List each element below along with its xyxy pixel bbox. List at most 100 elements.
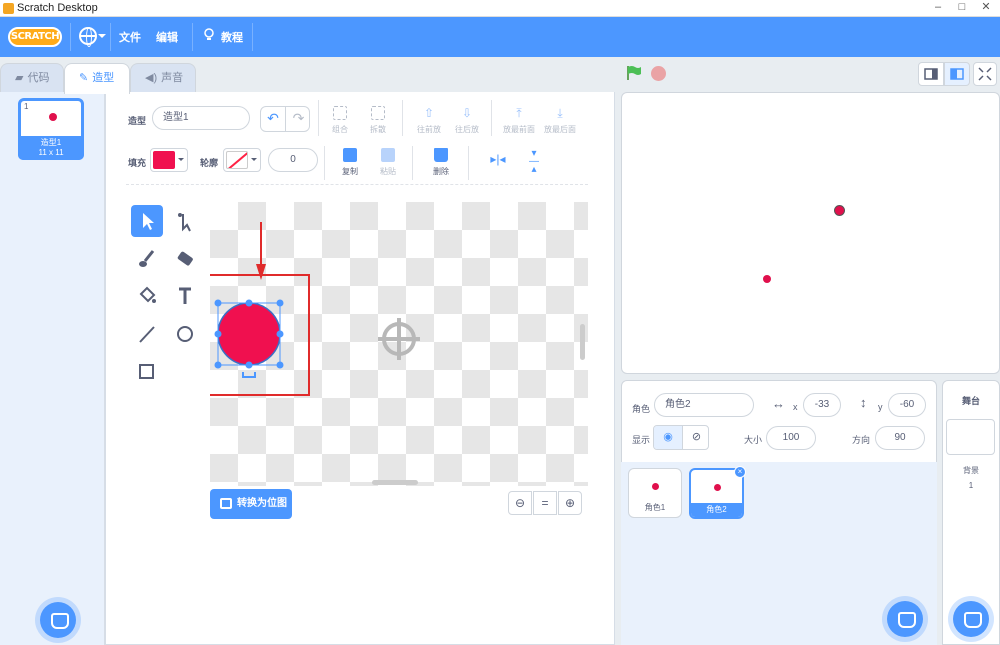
tab-code[interactable]: ▰ 代码 — [0, 63, 64, 93]
menu-file[interactable]: 文件 — [119, 29, 141, 45]
back-button[interactable]: ⤓ 放最后面 — [538, 106, 582, 135]
ungroup-button[interactable]: 拆散 — [358, 106, 398, 135]
scratch-logo[interactable]: SCRATCH — [8, 27, 62, 47]
flip-horizontal-button[interactable]: ▸|◂ — [478, 152, 518, 166]
paint-canvas[interactable] — [210, 202, 588, 486]
tab-costumes[interactable]: ✎ 造型 — [64, 63, 130, 94]
tab-sounds[interactable]: ◀) 声音 — [130, 63, 196, 93]
large-stage-button[interactable] — [944, 62, 970, 86]
arrows-vertical-icon: ↕ — [860, 395, 867, 410]
app-icon — [3, 3, 14, 14]
paste-icon — [381, 148, 395, 162]
outline-label: 轮廓 — [200, 158, 219, 168]
arrow-down-icon: ⇩ — [461, 106, 473, 120]
arrows-horizontal-icon: ↔ — [772, 396, 785, 411]
text-tool[interactable] — [169, 280, 201, 312]
costume-tile[interactable]: 1 造型1 11 x 11 — [18, 98, 84, 160]
fill-tool[interactable] — [131, 280, 163, 312]
menu-edit[interactable]: 编辑 — [156, 29, 178, 45]
add-costume-button[interactable] — [40, 602, 76, 638]
show-eye-icon[interactable]: ◉ — [654, 426, 682, 449]
vertical-scrollbar[interactable] — [580, 324, 585, 360]
select-tool[interactable] — [131, 205, 163, 237]
delete-button[interactable]: 删除 — [421, 148, 461, 177]
arrow-top-icon: ⤒ — [516, 106, 522, 120]
costume-tile-size: 11 x 11 — [38, 148, 64, 157]
y-input[interactable]: -60 — [888, 393, 926, 417]
direction-input[interactable]: 90 — [875, 426, 925, 450]
zoom-reset-button[interactable]: = — [533, 491, 557, 515]
horizontal-scrollbar[interactable] — [372, 480, 418, 485]
tab-costumes-label: 造型 — [92, 72, 115, 84]
zoom-in-button[interactable]: ⊕ — [558, 491, 582, 515]
arrow-bottom-icon: ⤓ — [557, 106, 563, 120]
small-stage-button[interactable] — [918, 62, 944, 86]
menu-tutorials[interactable]: 教程 — [221, 29, 243, 45]
arrow-pointer-icon — [143, 213, 154, 230]
costume-name-input[interactable]: 造型1 — [152, 106, 250, 130]
add-backdrop-button[interactable] — [953, 601, 989, 637]
tab-sounds-label: 声音 — [161, 72, 184, 84]
minimize-button[interactable]: – — [928, 0, 948, 16]
speaker-icon: ◀) — [145, 72, 158, 84]
group-button[interactable]: 组合 — [320, 106, 360, 135]
large-stage-icon — [950, 68, 964, 80]
backward-button[interactable]: ⇩ 往后放 — [447, 106, 487, 135]
visibility-toggle: ◉ ⊘ — [653, 425, 709, 450]
ungroup-icon — [371, 106, 385, 120]
undo-redo-group: ↶ ↷ — [260, 106, 310, 132]
sprite-name-input[interactable]: 角色2 — [654, 393, 754, 417]
sprite-tile-selected[interactable]: 角色2 × — [689, 466, 746, 519]
size-input[interactable]: 100 — [766, 426, 816, 450]
forward-label: 往前放 — [417, 125, 441, 134]
group-icon — [333, 106, 347, 120]
line-tool[interactable] — [131, 318, 163, 350]
rectangle-tool[interactable] — [131, 355, 163, 387]
hide-eye-icon[interactable]: ⊘ — [682, 426, 708, 449]
circle-shape — [217, 302, 281, 366]
tab-code-label: 代码 — [27, 72, 50, 84]
costume-index: 1 — [24, 102, 29, 111]
rotation-center-icon — [378, 318, 420, 360]
backdrop-count: 1 — [968, 481, 974, 490]
convert-to-bitmap-label: 转换为位图 — [237, 498, 287, 509]
fill-color-swatch — [153, 151, 175, 169]
sprite-tile-label: 角色2 — [691, 503, 742, 517]
delete-label: 删除 — [433, 167, 449, 176]
add-sprite-button[interactable] — [887, 601, 923, 637]
brush-tool[interactable] — [131, 243, 163, 275]
sprite-tile[interactable]: 角色1 — [628, 468, 682, 518]
flip-vertical-button[interactable]: ▾ — ▴ — [514, 148, 554, 175]
delete-sprite-icon[interactable]: × — [734, 466, 746, 478]
lightbulb-icon — [204, 28, 214, 40]
stage-canvas[interactable] — [621, 92, 1000, 374]
sprite-on-stage[interactable] — [834, 205, 845, 216]
convert-to-bitmap-button[interactable]: 转换为位图 — [210, 489, 292, 519]
outline-width-input[interactable]: 0 — [268, 148, 318, 172]
outline-color-picker[interactable] — [223, 148, 261, 172]
undo-icon[interactable]: ↶ — [261, 107, 286, 131]
direction-label: 方向 — [852, 435, 871, 445]
x-input[interactable]: -33 — [803, 393, 841, 417]
flip-vertical-icon: ▾ — ▴ — [529, 148, 539, 175]
front-label: 放最前面 — [503, 125, 535, 134]
sprite-on-stage[interactable] — [763, 275, 771, 283]
copy-button[interactable]: 复制 — [330, 148, 370, 177]
language-globe-icon[interactable] — [79, 27, 97, 47]
maximize-button[interactable]: □ — [952, 0, 972, 16]
code-icon: ▰ — [15, 72, 24, 84]
paste-button[interactable]: 粘贴 — [368, 148, 408, 177]
close-button[interactable]: ✕ — [976, 0, 996, 16]
front-button[interactable]: ⤒ 放最前面 — [497, 106, 541, 135]
reshape-tool[interactable] — [169, 205, 201, 237]
fill-color-picker[interactable] — [150, 148, 188, 172]
redo-icon[interactable]: ↷ — [286, 107, 309, 131]
eraser-tool[interactable] — [169, 243, 201, 275]
stop-icon[interactable] — [651, 66, 666, 81]
backdrop-label: 背景 — [963, 466, 979, 475]
circle-tool[interactable] — [169, 318, 201, 350]
fullscreen-button[interactable] — [973, 62, 997, 86]
zoom-out-button[interactable]: ⊖ — [508, 491, 532, 515]
forward-button[interactable]: ⇧ 往前放 — [409, 106, 449, 135]
green-flag-icon[interactable] — [626, 65, 642, 81]
